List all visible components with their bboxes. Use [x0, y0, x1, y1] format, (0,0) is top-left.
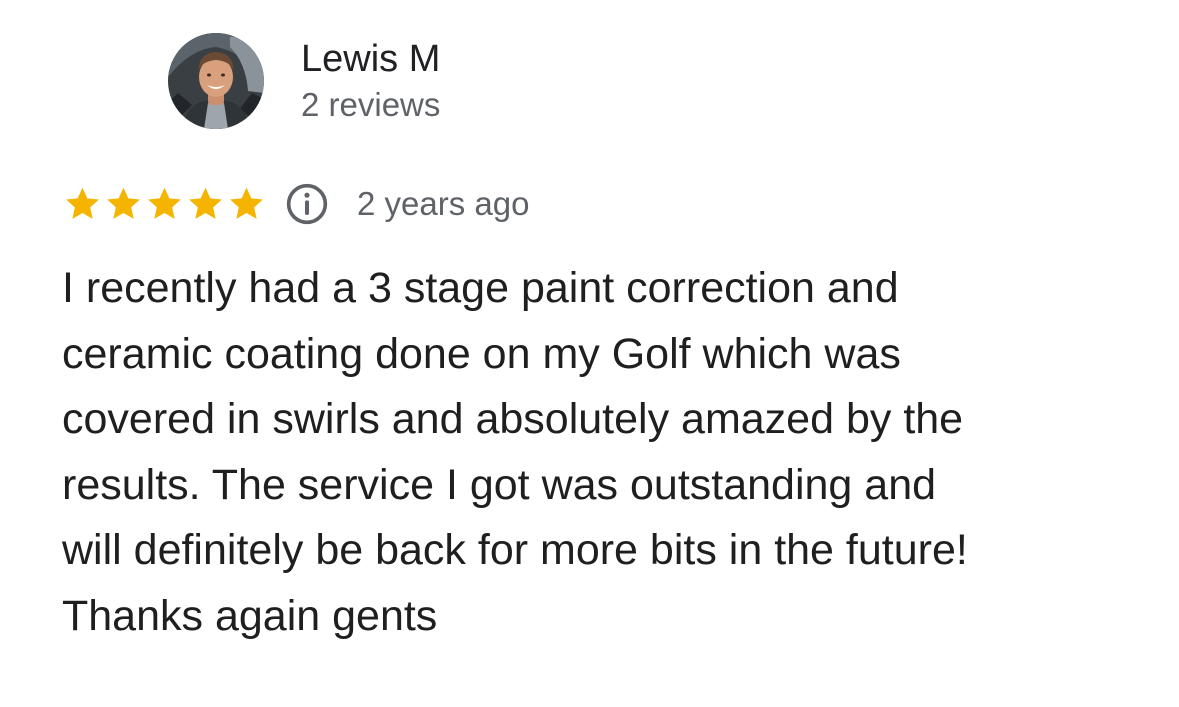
review-date: 2 years ago — [357, 185, 530, 222]
star-icon — [66, 187, 99, 219]
reviewer-header[interactable]: Lewis M 2 reviews — [168, 33, 440, 129]
reviewer-avatar[interactable] — [168, 33, 264, 129]
reviewer-info: Lewis M 2 reviews — [301, 36, 440, 126]
review-body: I recently had a 3 stage paint correctio… — [62, 264, 968, 640]
avatar-photo-icon — [168, 33, 264, 129]
star-icon — [107, 187, 140, 219]
star-rating — [62, 184, 267, 224]
review-card: Lewis M 2 reviews 2 years ago I recently… — [0, 0, 1179, 707]
star-icon — [189, 187, 222, 219]
info-circle-icon[interactable] — [285, 182, 329, 226]
reviewer-name[interactable]: Lewis M — [301, 36, 440, 82]
star-icon — [230, 187, 263, 219]
reviewer-review-count: 2 reviews — [301, 86, 441, 123]
star-icon — [148, 187, 181, 219]
rating-row: 2 years ago — [62, 182, 529, 226]
